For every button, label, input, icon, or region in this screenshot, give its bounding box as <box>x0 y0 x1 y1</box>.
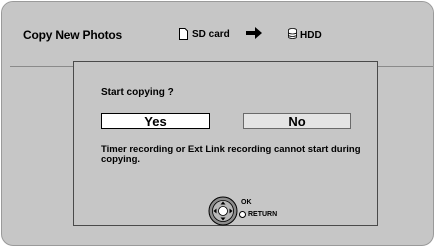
return-hint: RETURN <box>239 211 277 218</box>
destination-label: HDD <box>300 29 322 41</box>
copy-screen: Copy New Photos SD card HDD Start copyin… <box>1 1 434 246</box>
page-title: Copy New Photos <box>23 28 123 42</box>
sd-card-icon <box>179 28 188 40</box>
header: Copy New Photos SD card HDD <box>2 2 433 66</box>
source-label: SD card <box>192 28 230 40</box>
return-button-icon <box>239 211 246 218</box>
arrow-right-icon <box>246 26 262 45</box>
dialog-note: Timer recording or Ext Link recording ca… <box>101 144 361 165</box>
ok-label: OK <box>241 199 252 206</box>
dialog-prompt: Start copying ? <box>101 87 174 98</box>
dpad-icon <box>208 196 238 226</box>
yes-button[interactable]: Yes <box>101 113 210 129</box>
source-indicator: SD card <box>179 28 230 40</box>
no-button[interactable]: No <box>243 113 351 129</box>
destination-indicator: HDD <box>288 28 322 42</box>
confirm-dialog: Start copying ? Yes No Timer recording o… <box>73 61 378 226</box>
hdd-icon <box>288 28 297 42</box>
return-label: RETURN <box>248 211 278 218</box>
